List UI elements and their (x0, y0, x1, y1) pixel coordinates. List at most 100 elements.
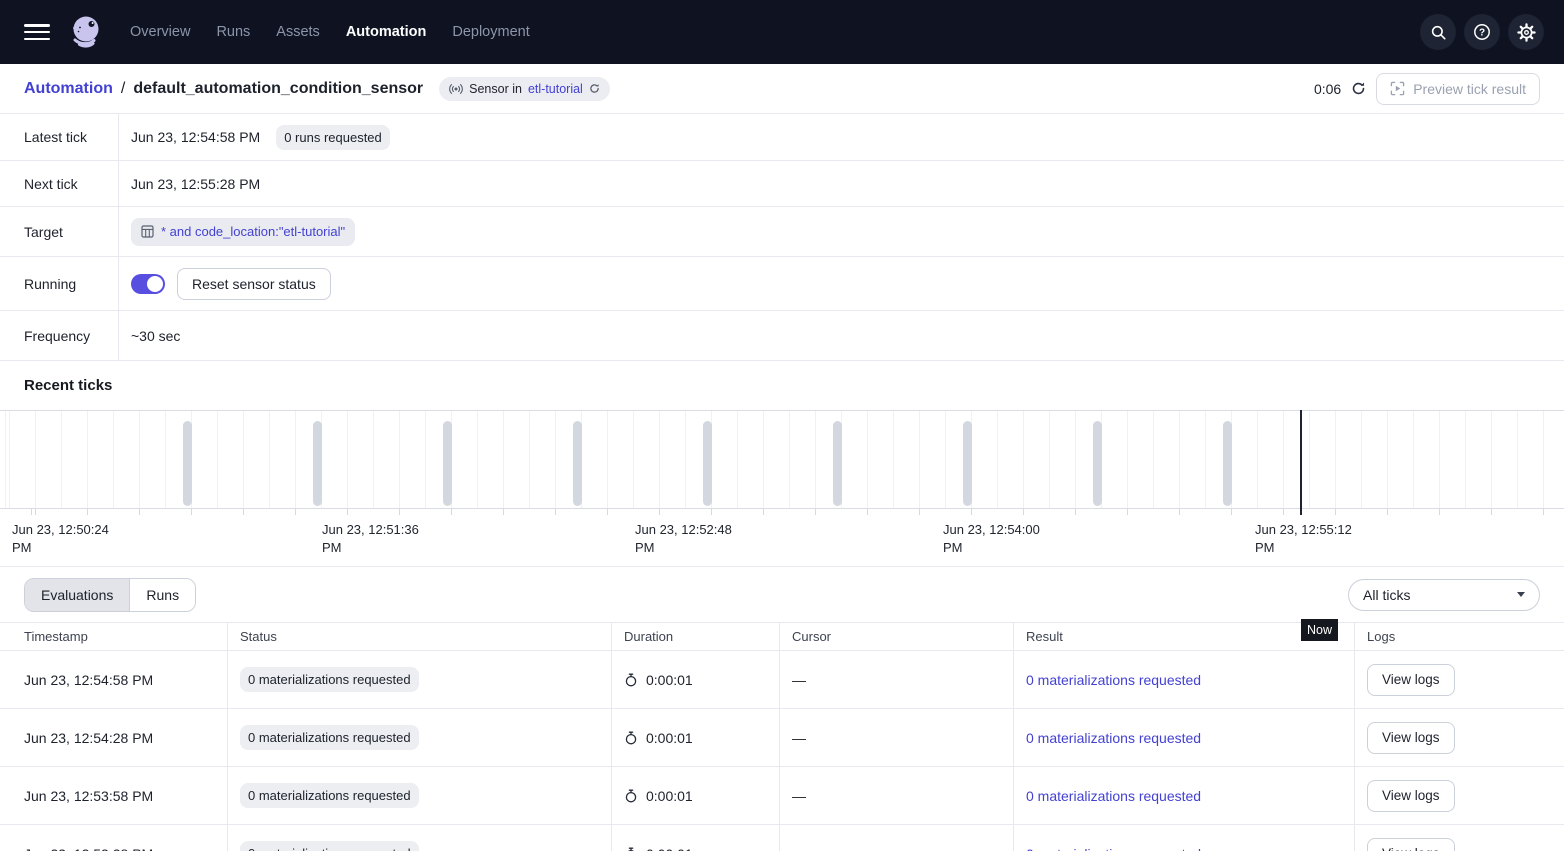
refresh-icon[interactable] (589, 83, 600, 94)
tick-timestamp: Jun 23, 12:53:58 PM (24, 788, 153, 804)
tick-timestamp: Jun 23, 12:54:58 PM (24, 672, 153, 688)
next-tick-label: Next tick (0, 161, 119, 206)
nav-item-label: Runs (216, 24, 250, 40)
tick-bar[interactable] (703, 421, 712, 506)
sensor-broadcast-icon (449, 83, 463, 95)
timeline-axis-label: Jun 23, 12:50:24PM (12, 521, 109, 557)
stopwatch-icon (624, 789, 638, 803)
tick-bar[interactable] (183, 421, 192, 506)
sensor-location-badge: Sensor in etl-tutorial (439, 77, 610, 101)
nav-item-label: Automation (346, 24, 427, 40)
tick-duration: 0:00:01 (646, 672, 693, 688)
view-logs-button[interactable]: View logs (1367, 838, 1455, 851)
frequency-label: Frequency (0, 311, 119, 360)
next-tick-time: Jun 23, 12:55:28 PM (131, 176, 260, 192)
timeline-axis-label: Jun 23, 12:51:36PM (322, 521, 419, 557)
tick-timeline (0, 410, 1564, 509)
now-marker-label: Now (1301, 619, 1338, 641)
tick-status-badge: 0 materializations requested (240, 667, 419, 692)
tick-result-link[interactable]: 0 materializations requested (1026, 846, 1201, 851)
tick-cursor: — (792, 788, 806, 804)
tick-timestamp: Jun 23, 12:54:28 PM (24, 730, 153, 746)
latest-tick-label: Latest tick (0, 114, 119, 160)
stopwatch-icon (624, 673, 638, 687)
latest-tick-time: Jun 23, 12:54:58 PM (131, 129, 260, 145)
refresh-icon (1351, 81, 1366, 96)
nav-item-automation[interactable]: Automation (346, 24, 427, 40)
stopwatch-icon (624, 847, 638, 851)
nav-actions: ? (1420, 14, 1544, 50)
nav-items: Overview Runs Assets Automation Deployment (130, 24, 530, 40)
view-logs-button[interactable]: View logs (1367, 780, 1455, 812)
page-title: default_automation_condition_sensor (133, 80, 423, 98)
now-marker-line (1300, 410, 1302, 515)
tick-duration: 0:00:01 (646, 730, 693, 746)
tick-bar[interactable] (963, 421, 972, 506)
help-icon: ? (1473, 23, 1491, 41)
table-body: Jun 23, 12:54:58 PM 0 materializations r… (0, 651, 1564, 851)
timeline-axis-label: Jun 23, 12:55:12PM (1255, 521, 1352, 557)
tick-history-chart: Now Jun 23, 12:50:24PMJun 23, 12:51:36PM… (0, 410, 1564, 566)
latest-tick-runs-badge: 0 runs requested (276, 125, 390, 150)
column-header-timestamp: Timestamp (0, 623, 228, 650)
tick-result-link[interactable]: 0 materializations requested (1026, 730, 1201, 746)
tab-runs[interactable]: Runs (129, 579, 195, 611)
tick-filter-dropdown[interactable]: All ticks (1348, 579, 1540, 611)
hamburger-menu-icon[interactable] (24, 24, 50, 40)
tick-bar[interactable] (1093, 421, 1102, 506)
recent-ticks-section: Recent ticks Now Jun 23, 12:50:24PMJun 2… (0, 361, 1564, 566)
refresh-countdown: 0:06 (1314, 81, 1341, 97)
column-header-duration: Duration (612, 623, 780, 650)
nav-item-label: Deployment (452, 24, 529, 40)
frequency-value: ~30 sec (131, 328, 180, 344)
tick-status-badge: 0 materializations requested (240, 841, 419, 851)
nav-item-runs[interactable]: Runs (216, 24, 250, 40)
nav-item-assets[interactable]: Assets (276, 24, 320, 40)
dagster-logo[interactable] (66, 13, 104, 51)
help-button[interactable]: ? (1464, 14, 1500, 50)
refresh-button[interactable] (1351, 81, 1366, 96)
search-icon (1430, 24, 1447, 41)
running-toggle[interactable] (131, 274, 165, 294)
tick-result-link[interactable]: 0 materializations requested (1026, 788, 1201, 804)
tick-bar[interactable] (313, 421, 322, 506)
tick-bar[interactable] (833, 421, 842, 506)
reset-sensor-status-button[interactable]: Reset sensor status (177, 268, 331, 300)
column-header-cursor: Cursor (780, 623, 1014, 650)
preview-tick-result-button[interactable]: Preview tick result (1376, 73, 1540, 105)
tick-evaluation-row: Jun 23, 12:53:58 PM 0 materializations r… (0, 767, 1564, 825)
tick-bar[interactable] (443, 421, 452, 506)
tick-bar[interactable] (573, 421, 582, 506)
tick-status-badge: 0 materializations requested (240, 783, 419, 808)
nav-item-deployment[interactable]: Deployment (452, 24, 529, 40)
search-button[interactable] (1420, 14, 1456, 50)
detail-row-target: Target * and code_location:"etl-tutorial… (0, 207, 1564, 257)
target-label: Target (0, 207, 119, 256)
tick-bar[interactable] (1223, 421, 1232, 506)
code-location-link[interactable]: etl-tutorial (528, 82, 583, 96)
chevron-down-icon (1517, 592, 1525, 597)
view-logs-button[interactable]: View logs (1367, 722, 1455, 754)
tab-evaluations[interactable]: Evaluations (25, 579, 129, 611)
recent-ticks-title: Recent ticks (24, 377, 112, 394)
header-actions: 0:06 Preview tick result (1314, 73, 1540, 105)
view-logs-button[interactable]: View logs (1367, 664, 1455, 696)
nav-item-label: Overview (130, 24, 190, 40)
evaluations-toolbar: Evaluations Runs All ticks (0, 566, 1564, 622)
svg-text:?: ? (1479, 28, 1485, 39)
tick-cursor: — (792, 730, 806, 746)
tick-cursor: — (792, 846, 806, 851)
timeline-axis-label: Jun 23, 12:54:00PM (943, 521, 1040, 557)
target-selection-text: * and code_location:"etl-tutorial" (161, 224, 345, 239)
timeline-axis-label: Jun 23, 12:52:48PM (635, 521, 732, 557)
tick-result-link[interactable]: 0 materializations requested (1026, 672, 1201, 688)
timeline-axis-labels: Now Jun 23, 12:50:24PMJun 23, 12:51:36PM… (0, 515, 1564, 566)
target-selection-chip[interactable]: * and code_location:"etl-tutorial" (131, 218, 355, 246)
nav-item-overview[interactable]: Overview (130, 24, 190, 40)
nav-item-label: Assets (276, 24, 320, 40)
column-header-logs: Logs (1355, 623, 1564, 650)
tick-duration: 0:00:01 (646, 846, 693, 851)
detail-row-next-tick: Next tick Jun 23, 12:55:28 PM (0, 161, 1564, 207)
breadcrumb-automation-link[interactable]: Automation (24, 80, 113, 98)
settings-button[interactable] (1508, 14, 1544, 50)
